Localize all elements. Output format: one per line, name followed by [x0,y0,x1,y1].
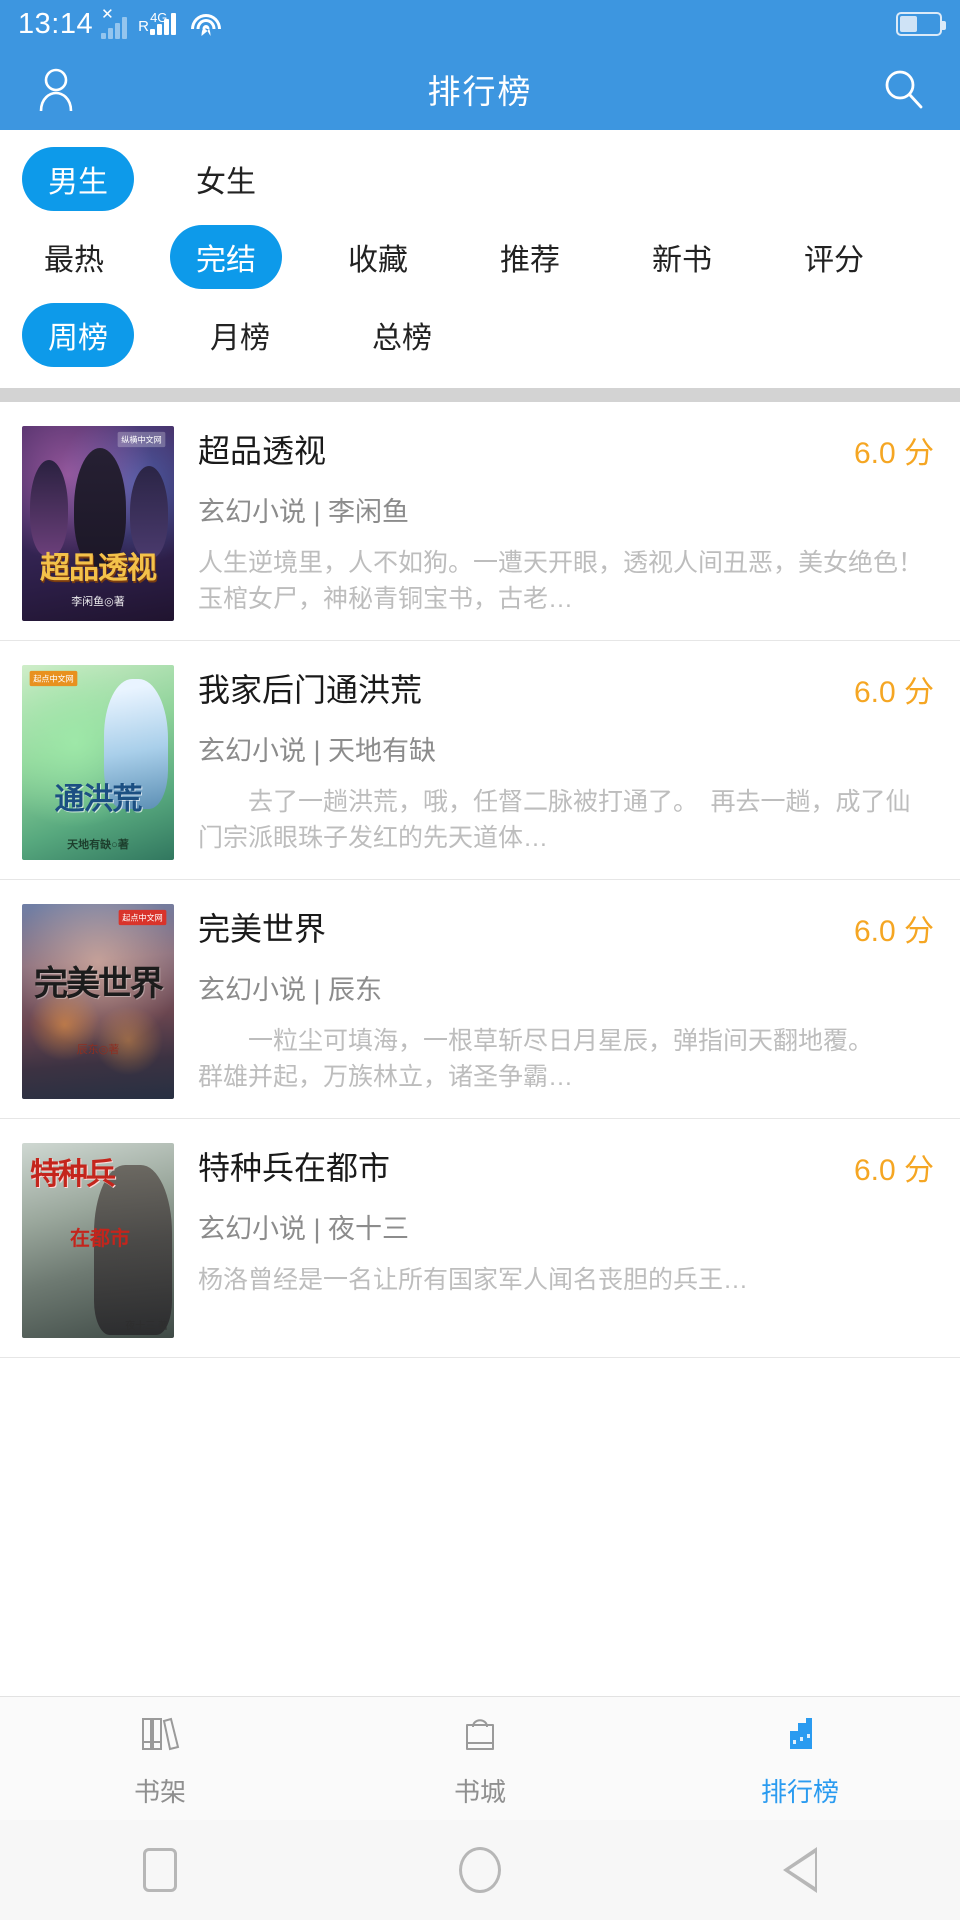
cover-publisher-badge: 起点中文网 [118,909,167,926]
book-description: 杨洛曾经是一名让所有国家军人闻名丧胆的兵王… [198,1266,749,1294]
cover-title-art: 超品透视 [40,551,157,586]
home-button[interactable] [320,1847,640,1893]
app-root: 13:14 ✕ R 4G 排行榜 男生 女生 最热 完结 收藏 推荐 新书 评分… [0,0,960,1920]
filter-chip-recommend[interactable]: 推荐 [474,225,586,289]
filter-chip-hottest[interactable]: 最热 [18,225,130,289]
android-navigation-bar [0,1820,960,1920]
tab-bookshelf[interactable]: 书架 [0,1709,320,1809]
book-info: 特种兵在都市 6.0 分 玄幻小说 | 夜十三 杨洛曾经是一名让所有国家军人闻名… [174,1143,934,1335]
filter-chip-female[interactable]: 女生 [170,147,282,211]
app-header: 排行榜 [0,48,960,130]
filter-chip-male[interactable]: 男生 [22,147,134,211]
search-icon[interactable] [876,61,932,117]
filter-chip-rating[interactable]: 评分 [778,225,890,289]
page-title: 排行榜 [427,73,533,110]
back-button[interactable] [640,1847,960,1893]
bottom-tab-bar: 书架 书城 排行榜 [0,1696,960,1820]
tab-ranking[interactable]: 排行榜 [640,1709,960,1809]
tab-label: 书城 [453,1776,506,1807]
book-score: 6.0 分 [853,437,934,470]
filter-chip-new-books[interactable]: 新书 [626,225,738,289]
book-info: 完美世界 6.0 分 玄幻小说 | 辰东 一粒尘可填海，一根草斩尽日月星辰，弹指… [174,904,934,1096]
book-cover: 纵横中文网 超品透视 李闲鱼◎著 [22,426,174,621]
status-bar-right [896,12,946,36]
book-title: 完美世界 [198,911,327,947]
cover-publisher-badge: 起点中文网 [29,670,78,687]
book-score: 6.0 分 [853,1154,934,1187]
book-cover: 特种兵 在都市 夜十三 著 [22,1143,174,1338]
cover-author-art: 天地有缺○著 [67,839,129,851]
book-list-item[interactable]: 纵横中文网 超品透视 李闲鱼◎著 超品透视 6.0 分 玄幻小说 | 李闲鱼 人… [0,402,960,641]
status-time: 13:14 [18,7,94,40]
filter-row-category: 最热 完结 收藏 推荐 新书 评分 [0,218,960,296]
battery-icon [896,12,946,36]
book-list-item[interactable]: 特种兵 在都市 夜十三 著 特种兵在都市 6.0 分 玄幻小说 | 夜十三 杨洛… [0,1119,960,1358]
tab-label: 书架 [133,1776,186,1807]
4g-signal-icon: R 4G [138,10,176,35]
book-cover: 起点中文网 通洪荒 天地有缺○著 [22,665,174,860]
filter-row-period: 周榜 月榜 总榜 [0,296,960,374]
filter-chip-overall[interactable]: 总榜 [346,303,458,367]
filter-chip-monthly[interactable]: 月榜 [184,303,296,367]
signal-x-icon: ✕ [101,7,128,39]
book-description: 一粒尘可填海，一根草斩尽日月星辰，弹指间天翻地覆。 群雄并起，万族林立，诸圣争霸… [198,1027,911,1092]
cover-author-art: 夜十三 著 [125,1321,168,1332]
person-icon[interactable] [28,61,84,117]
book-meta: 玄幻小说 | 夜十三 [198,1214,410,1244]
network-type-label: 4G [150,10,168,25]
book-title: 特种兵在都市 [198,1150,391,1186]
cover-subtitle-art: 在都市 [70,1226,130,1250]
book-title: 超品透视 [198,433,327,469]
section-divider [0,388,960,402]
book-list-item[interactable]: 起点中文网 完美世界 辰东◎著 完美世界 6.0 分 玄幻小说 | 辰东 一粒尘… [0,880,960,1119]
book-meta: 玄幻小说 | 辰东 [198,975,383,1005]
book-ranking-list[interactable]: 纵横中文网 超品透视 李闲鱼◎著 超品透视 6.0 分 玄幻小说 | 李闲鱼 人… [0,402,960,1696]
cover-title-art: 完美世界 [34,964,164,1004]
book-score: 6.0 分 [853,915,934,948]
filter-chip-weekly[interactable]: 周榜 [22,303,134,367]
book-description: 人生逆境里，人不如狗。一遭天开眼，透视人间丑恶，美女绝色！玉棺女尸，神秘青铜宝书… [198,549,924,614]
filter-row-gender: 男生 女生 [0,140,960,218]
book-list-item[interactable]: 起点中文网 通洪荒 天地有缺○著 我家后门通洪荒 6.0 分 玄幻小说 | 天地… [0,641,960,880]
cover-publisher-badge: 纵横中文网 [117,431,166,448]
books-shelf-icon [136,1709,184,1762]
book-score: 6.0 分 [853,676,934,709]
filter-section: 男生 女生 最热 完结 收藏 推荐 新书 评分 周榜 月榜 总榜 [0,130,960,388]
book-info: 我家后门通洪荒 6.0 分 玄幻小说 | 天地有缺 去了一趟洪荒，哦，任督二脉被… [174,665,934,857]
book-meta: 玄幻小说 | 天地有缺 [198,736,437,766]
filter-chip-collection[interactable]: 收藏 [322,225,434,289]
shopping-bag-icon [456,1709,504,1762]
bar-chart-icon [776,1709,824,1762]
book-title: 我家后门通洪荒 [198,672,423,708]
cover-title-art: 通洪荒 [54,782,143,817]
filter-chip-completed[interactable]: 完结 [170,225,282,289]
tab-bookstore[interactable]: 书城 [320,1709,640,1809]
cover-author-art: 李闲鱼◎著 [71,596,125,608]
book-info: 超品透视 6.0 分 玄幻小说 | 李闲鱼 人生逆境里，人不如狗。一遭天开眼，透… [174,426,934,618]
book-description: 去了一趟洪荒，哦，任督二脉被打通了。 再去一趟，成了仙门宗派眼珠子发红的先天道体… [198,788,911,853]
book-cover: 起点中文网 完美世界 辰东◎著 [22,904,174,1099]
tab-label: 排行榜 [760,1776,839,1807]
cover-title-art: 特种兵 [30,1157,116,1192]
recent-apps-button[interactable] [0,1848,320,1892]
cover-author-art: 辰东◎著 [76,1044,120,1056]
roaming-label: R [138,18,149,35]
wifi-icon [190,11,222,37]
status-bar-left: 13:14 ✕ R 4G [18,7,222,41]
book-meta: 玄幻小说 | 李闲鱼 [198,497,410,527]
status-bar: 13:14 ✕ R 4G [0,0,960,48]
